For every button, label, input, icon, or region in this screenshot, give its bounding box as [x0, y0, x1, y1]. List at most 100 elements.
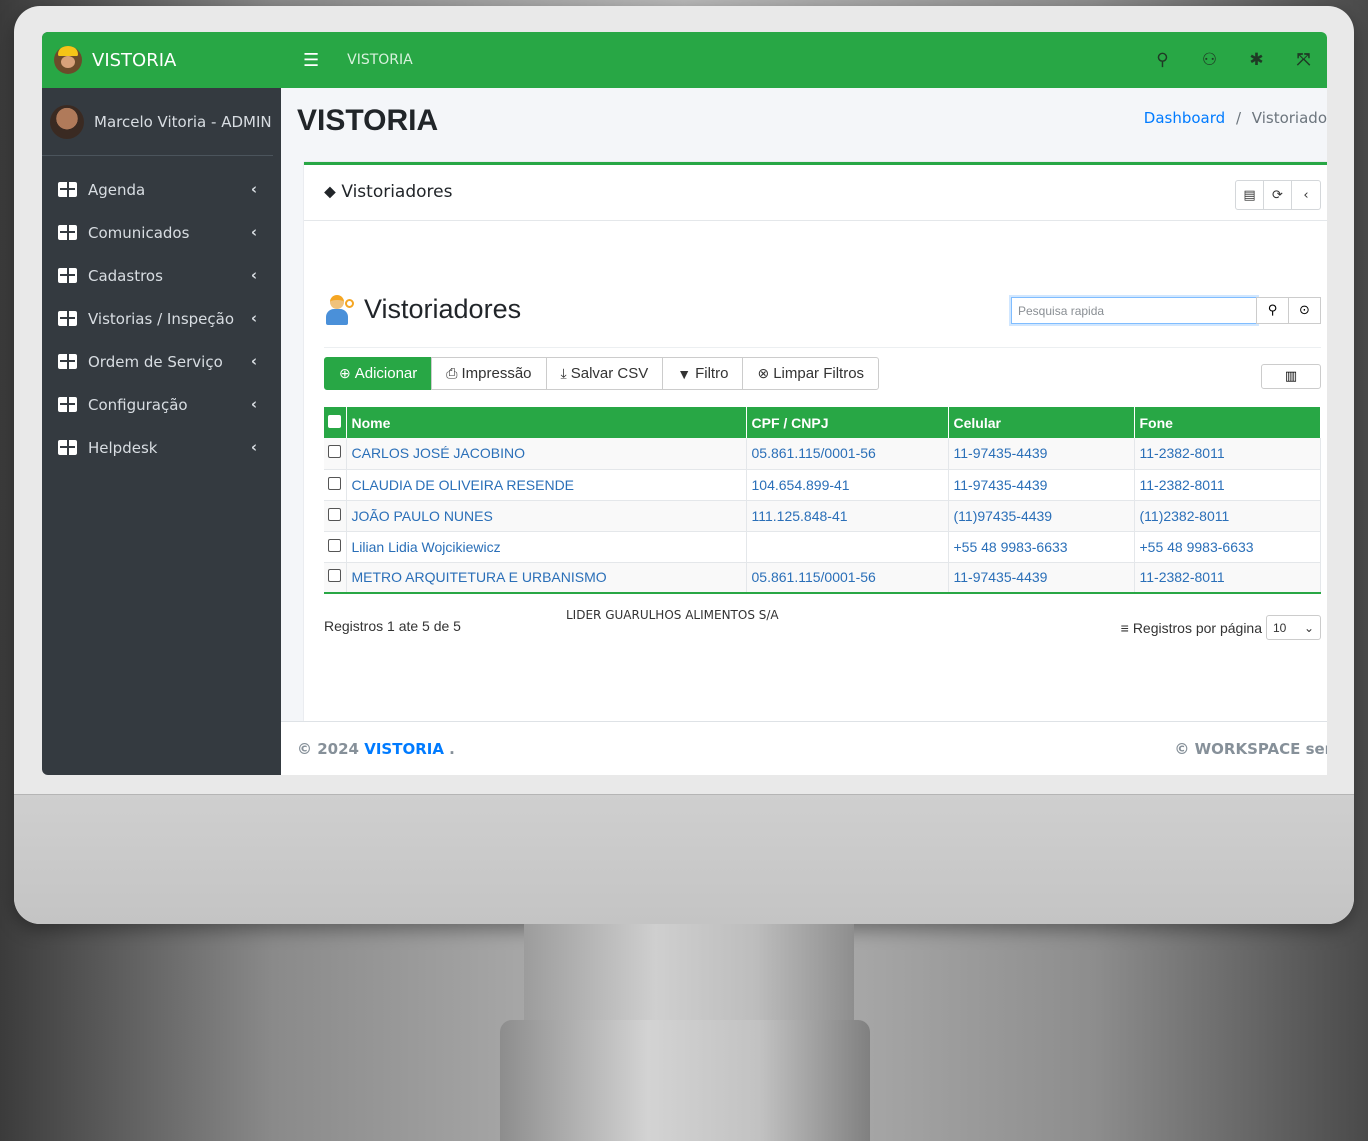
- column-header-nome[interactable]: Nome: [346, 407, 747, 438]
- table-row[interactable]: CARLOS JOSÉ JACOBINO 05.861.115/0001-56 …: [324, 438, 1321, 470]
- print-button-label: Impressão: [461, 365, 532, 382]
- add-button-label: Adicionar: [354, 365, 418, 382]
- avatar: [50, 104, 84, 139]
- sidebar-item-ordem-servico[interactable]: Ordem de Serviço ‹: [42, 340, 281, 383]
- select-all-checkbox[interactable]: [328, 414, 341, 428]
- refresh-icon[interactable]: ⟳: [1264, 181, 1292, 209]
- sidebar-item-vistorias[interactable]: Vistorias / Inspeção ‹: [42, 297, 281, 340]
- sidebar-item-agenda[interactable]: Agenda ‹: [42, 168, 281, 211]
- hamburger-icon[interactable]: ☰: [303, 50, 319, 71]
- user-icon[interactable]: ⚇: [1186, 50, 1233, 70]
- column-header-celular[interactable]: Celular: [948, 407, 1135, 438]
- cell-cpf[interactable]: 111.125.848-41: [746, 500, 949, 532]
- columns-icon: ▥: [1284, 369, 1298, 384]
- search-input[interactable]: [1011, 297, 1257, 324]
- per-page-select[interactable]: 10 ⌄: [1266, 615, 1321, 640]
- cell-fone[interactable]: 11-2382-8011: [1134, 438, 1321, 470]
- sidebar-item-cadastros[interactable]: Cadastros ‹: [42, 254, 281, 297]
- cell-fone[interactable]: +55 48 9983-6633: [1134, 531, 1321, 563]
- records-info: Registros 1 ate 5 de 5: [324, 618, 461, 634]
- footer-copyright-text: © 2024: [297, 740, 359, 758]
- sidebar-item-label: Comunicados: [88, 223, 190, 242]
- clear-filters-button[interactable]: ⊗ Limpar Filtros: [742, 357, 880, 390]
- footer-brand-link[interactable]: VISTORIA: [364, 740, 444, 758]
- table-row[interactable]: JOÃO PAULO NUNES 111.125.848-41 (11)9743…: [324, 500, 1321, 532]
- sidebar-item-comunicados[interactable]: Comunicados ‹: [42, 211, 281, 254]
- row-select-cell[interactable]: [324, 438, 347, 470]
- search-button[interactable]: ⚲: [1256, 297, 1289, 324]
- data-table: Nome CPF / CNPJ Celular Fone CARLOS JOSÉ…: [324, 407, 1321, 594]
- cell-celular[interactable]: +55 48 9983-6633: [948, 531, 1135, 563]
- table-row[interactable]: Lilian Lidia Wojcikiewicz +55 48 9983-66…: [324, 531, 1321, 563]
- sidebar-item-label: Configuração: [88, 395, 188, 414]
- column-header-fone[interactable]: Fone: [1134, 407, 1321, 438]
- cell-cpf[interactable]: 104.654.899-41: [746, 469, 949, 501]
- cell-nome[interactable]: CLAUDIA DE OLIVEIRA RESENDE: [346, 469, 747, 501]
- collapse-icon[interactable]: ‹: [1292, 181, 1320, 209]
- monitor-chin: [14, 794, 1354, 924]
- chevron-left-icon: ‹: [250, 266, 257, 284]
- table-icon: [58, 182, 77, 197]
- cell-celular[interactable]: 11-97435-4439: [948, 562, 1135, 594]
- clear-search-button[interactable]: ⊙: [1288, 297, 1321, 324]
- topbar-title[interactable]: VISTORIA: [347, 52, 413, 68]
- card-tools: ▤ ⟳ ‹: [1235, 180, 1321, 210]
- sidebar-item-configuracao[interactable]: Configuração ‹: [42, 383, 281, 426]
- list-title-text: Vistoriadores: [364, 293, 522, 324]
- cell-cpf[interactable]: 05.861.115/0001-56: [746, 438, 949, 470]
- row-select-cell[interactable]: [324, 531, 347, 563]
- expand-icon[interactable]: ⤧: [1280, 50, 1327, 70]
- chevron-left-icon: ‹: [250, 352, 257, 370]
- breadcrumb: Dashboard / Vistoriado: [1144, 109, 1327, 127]
- cell-fone[interactable]: (11)2382-8011: [1134, 500, 1321, 532]
- column-header-cpf[interactable]: CPF / CNPJ: [746, 407, 949, 438]
- columns-button[interactable]: ▥: [1261, 364, 1321, 389]
- cell-fone[interactable]: 11-2382-8011: [1134, 469, 1321, 501]
- filter-button-label: Filtro: [695, 365, 729, 382]
- monitor-base: [500, 1020, 870, 1141]
- csv-button[interactable]: ⤓ Salvar CSV: [545, 357, 664, 390]
- row-checkbox[interactable]: [328, 507, 341, 521]
- filter-button[interactable]: ▼ Filtro: [662, 357, 744, 390]
- content-header: VISTORIA Dashboard / Vistoriado: [281, 88, 1327, 164]
- main-footer: © 2024 VISTORIA . © WORKSPACE servi: [281, 721, 1327, 775]
- table-row[interactable]: METRO ARQUITETURA E URBANISMO 05.861.115…: [324, 562, 1321, 594]
- row-select-cell[interactable]: [324, 500, 347, 532]
- select-all-header[interactable]: [324, 407, 347, 438]
- user-panel[interactable]: Marcelo Vitoria - ADMIN: [42, 88, 273, 156]
- footer-dot: .: [449, 740, 455, 758]
- brand-link[interactable]: VISTORIA: [42, 32, 281, 88]
- row-checkbox[interactable]: [328, 569, 341, 583]
- row-select-cell[interactable]: [324, 469, 347, 501]
- file-icon[interactable]: ▤: [1236, 181, 1264, 209]
- filter-icon: ▼: [677, 365, 692, 382]
- breadcrumb-dashboard-link[interactable]: Dashboard: [1144, 109, 1225, 127]
- row-checkbox[interactable]: [328, 476, 341, 490]
- row-select-cell[interactable]: [324, 562, 347, 594]
- add-button[interactable]: ⊕ Adicionar: [324, 357, 433, 390]
- cell-celular[interactable]: 11-97435-4439: [948, 469, 1135, 501]
- cell-nome[interactable]: CARLOS JOSÉ JACOBINO: [346, 438, 747, 470]
- cell-celular[interactable]: 11-97435-4439: [948, 438, 1135, 470]
- search-icon[interactable]: ⚲: [1139, 50, 1186, 70]
- brand-name: VISTORIA: [92, 49, 177, 71]
- cell-nome[interactable]: METRO ARQUITETURA E URBANISMO: [346, 562, 747, 594]
- cell-nome[interactable]: Lilian Lidia Wojcikiewicz: [346, 531, 747, 563]
- cell-cpf[interactable]: 05.861.115/0001-56: [746, 562, 949, 594]
- page-title: VISTORIA: [297, 104, 439, 137]
- row-checkbox[interactable]: [328, 538, 341, 552]
- chevron-left-icon: ‹: [250, 395, 257, 413]
- top-navbar: ☰ VISTORIA ⚲ ⚇ ✱ ⤧: [281, 32, 1327, 88]
- gear-icon[interactable]: ✱: [1233, 50, 1280, 70]
- sidebar-item-label: Vistorias / Inspeção: [88, 309, 235, 328]
- row-checkbox[interactable]: [328, 445, 341, 459]
- cell-nome[interactable]: JOÃO PAULO NUNES: [346, 500, 747, 532]
- sidebar-item-helpdesk[interactable]: Helpdesk ‹: [42, 426, 281, 469]
- cell-celular[interactable]: (11)97435-4439: [948, 500, 1135, 532]
- table-row[interactable]: CLAUDIA DE OLIVEIRA RESENDE 104.654.899-…: [324, 469, 1321, 501]
- cell-fone[interactable]: 11-2382-8011: [1134, 562, 1321, 594]
- breadcrumb-current: Vistoriado: [1251, 109, 1327, 127]
- times-circle-icon: ⊗: [757, 365, 770, 381]
- cell-cpf[interactable]: [746, 531, 949, 563]
- print-button[interactable]: ⎙ Impressão: [431, 357, 547, 390]
